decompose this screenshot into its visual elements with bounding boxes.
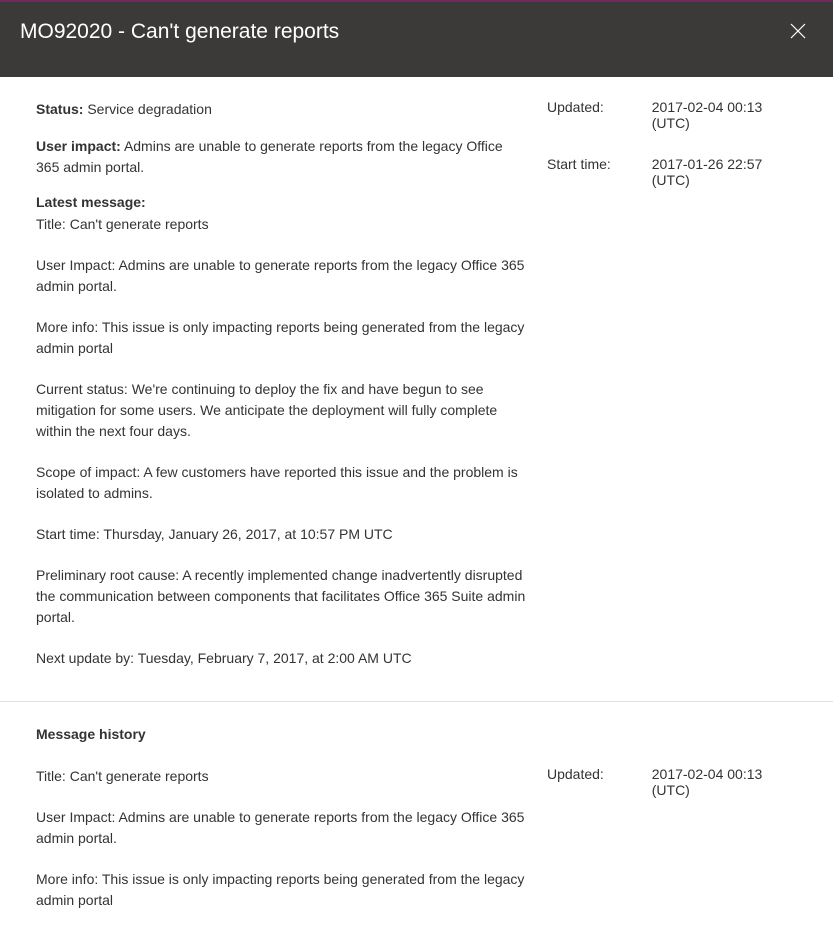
history-updated-label: Updated: — [547, 766, 652, 798]
message-start-time: Start time: Thursday, January 26, 2017, … — [36, 524, 527, 545]
updated-row: Updated: 2017-02-04 00:13 (UTC) — [547, 99, 797, 131]
message-title: Title: Can't generate reports — [36, 214, 527, 235]
status-label: Status: — [36, 101, 83, 117]
details-left: Status: Service degradation User impact:… — [36, 99, 547, 669]
close-icon — [789, 24, 807, 44]
updated-value: 2017-02-04 00:13 (UTC) — [652, 99, 797, 131]
history-left: Title: Can't generate reports User Impac… — [36, 764, 547, 931]
message-next-update: Next update by: Tuesday, February 7, 201… — [36, 648, 527, 669]
history-message-title: Title: Can't generate reports — [36, 766, 527, 787]
close-button[interactable] — [783, 20, 813, 47]
history-message-body: Title: Can't generate reports User Impac… — [36, 766, 527, 911]
message-scope: Scope of impact: A few customers have re… — [36, 462, 527, 504]
user-impact-label: User impact: — [36, 138, 121, 154]
details-section: Status: Service degradation User impact:… — [36, 99, 797, 669]
message-root-cause: Preliminary root cause: A recently imple… — [36, 565, 527, 628]
message-history-section: Message history Title: Can't generate re… — [36, 726, 797, 931]
status-value: Service degradation — [87, 101, 212, 117]
user-impact-field: User impact: Admins are unable to genera… — [36, 136, 527, 178]
history-updated-value: 2017-02-04 00:13 (UTC) — [652, 766, 797, 798]
panel-content: Status: Service degradation User impact:… — [0, 77, 833, 951]
history-updated-row: Updated: 2017-02-04 00:13 (UTC) — [547, 766, 797, 798]
history-message-more-info: More info: This issue is only impacting … — [36, 869, 527, 911]
panel-title: MO92020 - Can't generate reports — [20, 20, 339, 44]
start-time-value: 2017-01-26 22:57 (UTC) — [652, 156, 797, 188]
start-time-label: Start time: — [547, 156, 652, 188]
message-user-impact: User Impact: Admins are unable to genera… — [36, 255, 527, 297]
latest-message-label: Latest message: — [36, 194, 527, 210]
panel-header: MO92020 - Can't generate reports — [0, 2, 833, 77]
message-history-heading: Message history — [36, 726, 797, 742]
updated-label: Updated: — [547, 99, 652, 131]
latest-message-body: Title: Can't generate reports User Impac… — [36, 214, 527, 669]
message-current-status: Current status: We're continuing to depl… — [36, 379, 527, 442]
message-more-info: More info: This issue is only impacting … — [36, 317, 527, 359]
details-right: Updated: 2017-02-04 00:13 (UTC) Start ti… — [547, 99, 797, 669]
status-field: Status: Service degradation — [36, 99, 527, 120]
history-right: Updated: 2017-02-04 00:13 (UTC) — [547, 764, 797, 931]
start-time-row: Start time: 2017-01-26 22:57 (UTC) — [547, 156, 797, 188]
section-divider — [0, 701, 833, 702]
history-message-user-impact: User Impact: Admins are unable to genera… — [36, 807, 527, 849]
history-entry: Title: Can't generate reports User Impac… — [36, 764, 797, 931]
